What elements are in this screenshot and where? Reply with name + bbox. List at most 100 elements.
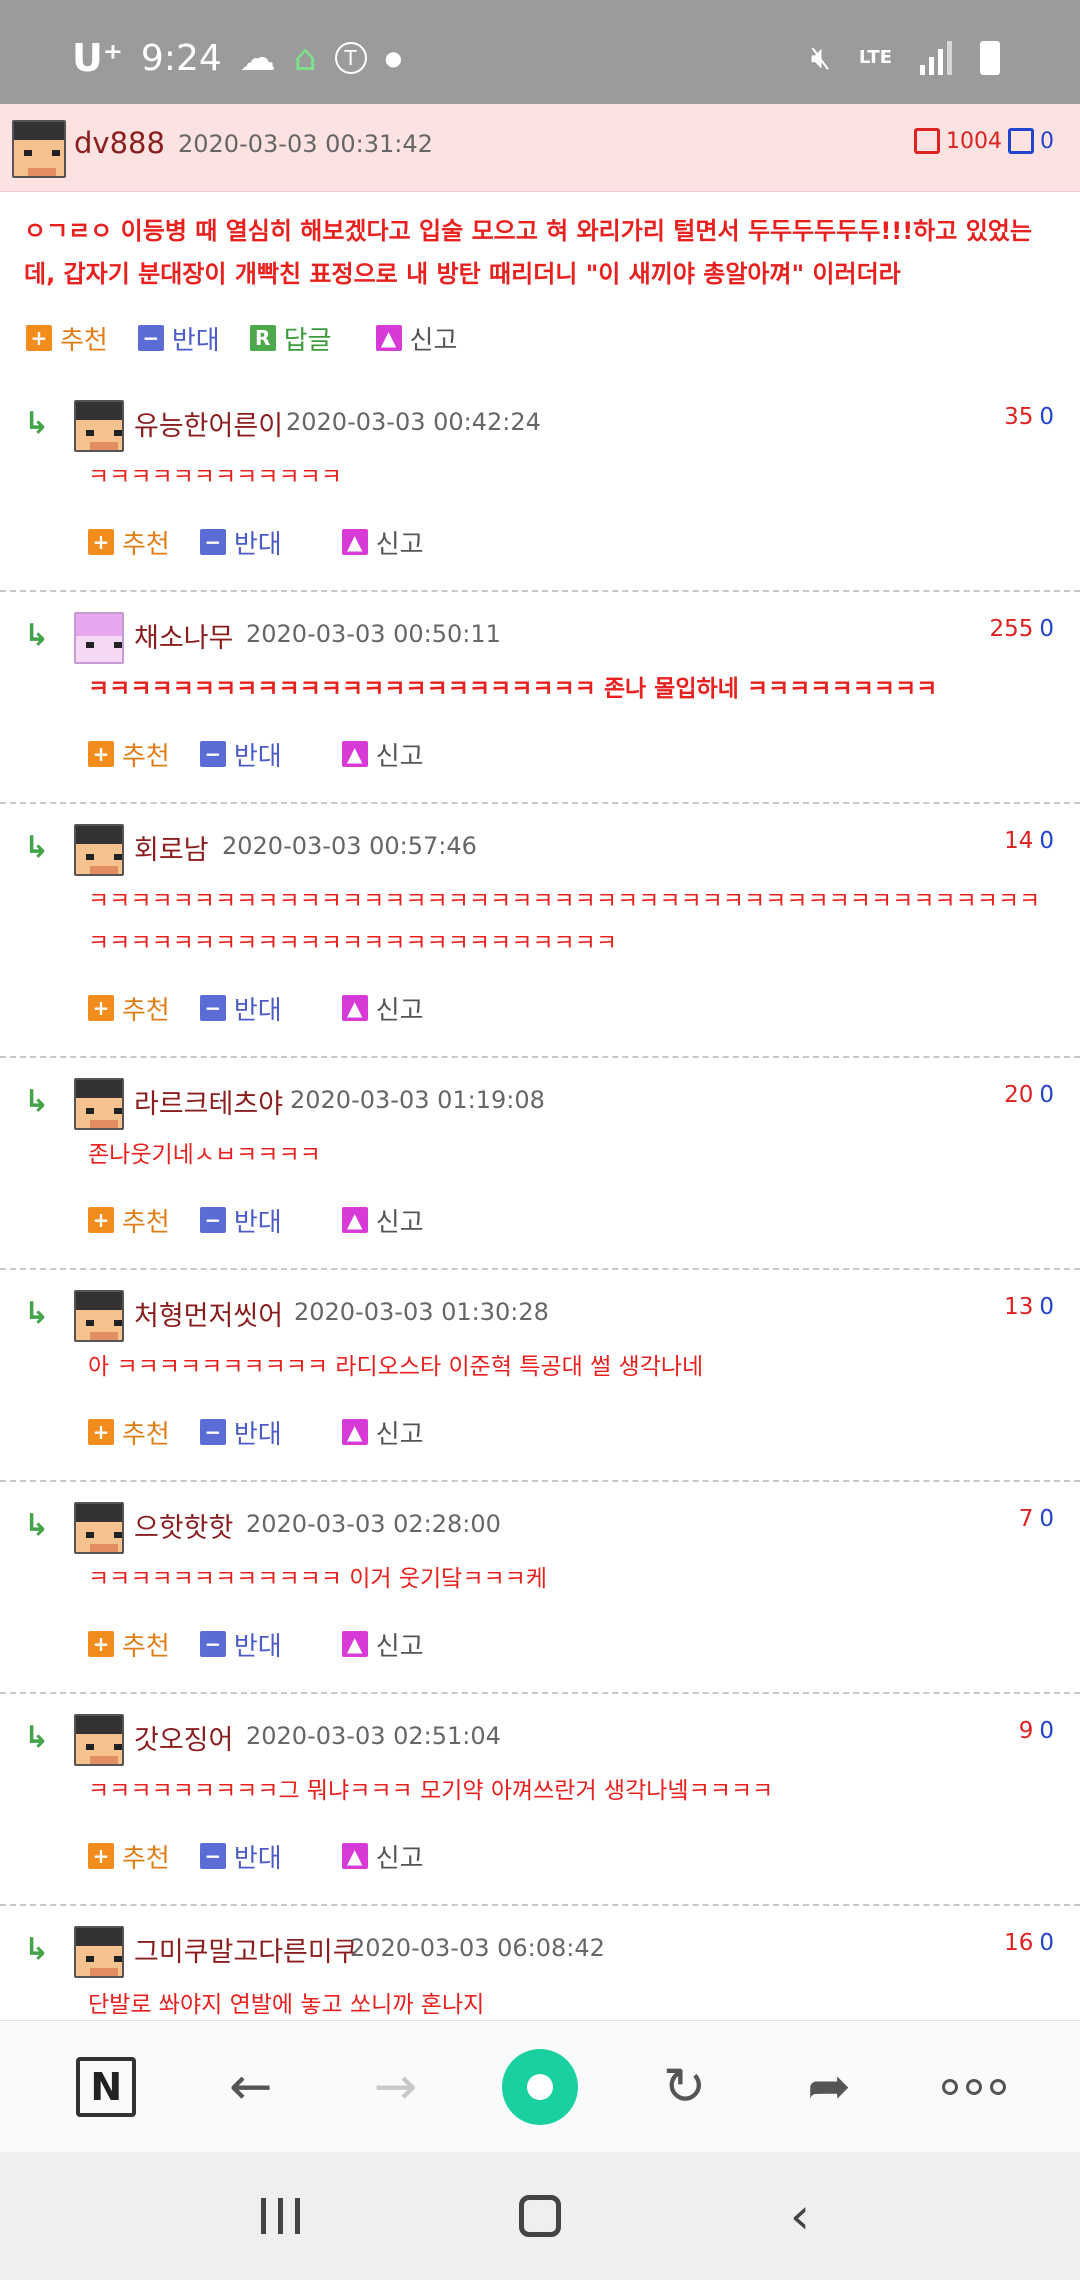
recommend-button[interactable]: + 추천 [88, 736, 170, 773]
avatar[interactable] [74, 1714, 124, 1766]
status-left: U⁺ 9:24 ☁ ⌂ T ● [72, 36, 402, 80]
post-date: 2020-03-03 00:31:42 [178, 130, 433, 158]
recommend-label: 추천 [60, 325, 108, 356]
avatar[interactable] [74, 1078, 124, 1130]
avatar[interactable] [74, 1290, 124, 1342]
more-button[interactable] [924, 2037, 1024, 2137]
oppose-label: 반대 [233, 995, 282, 1026]
upvote-count[interactable]: 35 [1004, 404, 1033, 430]
recommend-button[interactable]: + 추천 [88, 524, 170, 561]
downvote-count[interactable]: 0 [1039, 1718, 1054, 1744]
recommend-button[interactable]: + 추천 [88, 990, 170, 1027]
recommend-button[interactable]: + 추천 [88, 1414, 170, 1451]
comment-votes: 14 0 [1004, 828, 1054, 854]
report-button[interactable]: ▲ 신고 [341, 1414, 424, 1451]
oppose-button[interactable]: − 반대 [137, 320, 220, 357]
siren-icon: ▲ [341, 995, 368, 1021]
oppose-button[interactable]: − 반대 [199, 1414, 282, 1451]
downvote-count[interactable]: 0 [1039, 1930, 1054, 1956]
thumbs-up-icon[interactable] [914, 128, 940, 154]
reply-arrow-icon: ↳ [24, 1720, 50, 1755]
share-icon: ➦ [807, 2056, 851, 2117]
forward-button[interactable]: → [345, 2037, 445, 2137]
upvote-count[interactable]: 20 [1004, 1082, 1033, 1108]
naver-home-button[interactable]: N [56, 2037, 156, 2137]
oppose-button[interactable]: − 반대 [199, 1202, 282, 1239]
recent-apps-icon [260, 2198, 300, 2234]
comment-username[interactable]: 라르크테츠야 [134, 1082, 283, 1121]
downvote-count[interactable]: 0 [1039, 1294, 1054, 1320]
report-label: 신고 [375, 741, 424, 772]
refresh-button[interactable]: ↻ [635, 2037, 735, 2137]
home-button[interactable] [490, 2176, 590, 2256]
oppose-button[interactable]: − 반대 [199, 990, 282, 1027]
comment-username[interactable]: 갓오징어 [134, 1718, 233, 1757]
comment-username[interactable]: 유능한어른이 [134, 404, 283, 443]
avatar[interactable] [74, 612, 124, 664]
avatar[interactable] [74, 1502, 124, 1554]
avatar[interactable] [74, 400, 124, 452]
comment-username[interactable]: 회로남 [134, 828, 209, 867]
system-back-button[interactable]: ‹ [750, 2176, 850, 2256]
oppose-button[interactable]: − 반대 [199, 524, 282, 561]
upvote-count[interactable]: 7 [1019, 1506, 1034, 1532]
back-arrow-icon: ← [229, 2056, 273, 2117]
downvote-count[interactable]: 0 [1039, 1506, 1054, 1532]
upvote-count[interactable]: 13 [1004, 1294, 1033, 1320]
downvote-count[interactable]: 0 [1039, 404, 1054, 430]
recommend-button[interactable]: + 추천 [88, 1838, 170, 1875]
comment-item: ↳ 회로남 2020-03-03 00:57:46 14 0 ㅋㅋㅋㅋㅋㅋㅋㅋㅋㅋ… [0, 804, 1080, 1058]
comment-item: ↳ 그미쿠말고다른미쿠 2020-03-03 06:08:42 16 0 단발로 … [0, 1906, 1080, 2020]
status-bar: U⁺ 9:24 ☁ ⌂ T ● 🔇︎ LTE [0, 0, 1080, 104]
downvote-count[interactable]: 0 [1039, 616, 1054, 642]
report-button[interactable]: ▲ 신고 [341, 524, 424, 561]
back-button[interactable]: ← [201, 2037, 301, 2137]
report-button[interactable]: ▲ 신고 [341, 990, 424, 1027]
signal-icon [920, 40, 952, 75]
browser-toolbar: N ← → ↻ ➦ [0, 2020, 1080, 2152]
downvote-count[interactable]: 0 [1039, 1082, 1054, 1108]
comment-username[interactable]: 처형먼저씻어 [134, 1294, 283, 1333]
report-button[interactable]: ▲ 신고 [341, 736, 424, 773]
minus-icon: − [199, 529, 226, 555]
post-username[interactable]: dv888 [74, 126, 165, 160]
plus-icon: + [26, 325, 52, 351]
system-navigation: ‹ [0, 2152, 1080, 2280]
back-icon: ‹ [790, 2187, 810, 2245]
upvote-count[interactable]: 14 [1004, 828, 1033, 854]
recent-apps-button[interactable] [230, 2176, 330, 2256]
oppose-button[interactable]: − 반대 [199, 736, 282, 773]
avatar[interactable] [74, 824, 124, 876]
report-button[interactable]: ▲ 신고 [375, 320, 457, 357]
green-dot-button[interactable] [490, 2037, 590, 2137]
recommend-button[interactable]: + 추천 [88, 1626, 170, 1663]
home-icon [519, 2195, 561, 2237]
upvote-count[interactable]: 16 [1004, 1930, 1033, 1956]
siren-icon: ▲ [341, 1419, 368, 1445]
comment-username[interactable]: 으핫핫핫 [134, 1506, 233, 1545]
comment-votes: 70 [1019, 1506, 1054, 1532]
downvote-count[interactable]: 0 [1039, 828, 1054, 854]
thumbs-down-icon[interactable] [1008, 128, 1034, 154]
oppose-button[interactable]: − 반대 [199, 1626, 282, 1663]
share-button[interactable]: ➦ [779, 2037, 879, 2137]
oppose-label: 반대 [233, 1631, 282, 1662]
upvote-count[interactable]: 9 [1019, 1718, 1034, 1744]
avatar[interactable] [12, 120, 66, 178]
report-button[interactable]: ▲ 신고 [341, 1626, 424, 1663]
report-button[interactable]: ▲ 신고 [341, 1838, 424, 1875]
carrier-label: U⁺ [72, 36, 123, 80]
recommend-label: 추천 [122, 529, 170, 560]
recommend-button[interactable]: + 추천 [88, 1202, 170, 1239]
upvote-count[interactable]: 255 [989, 616, 1033, 642]
lte-icon: LTE [858, 47, 892, 68]
avatar[interactable] [74, 1926, 124, 1978]
recommend-button[interactable]: + 추천 [26, 320, 108, 357]
reply-arrow-icon: ↳ [24, 406, 50, 441]
reply-button[interactable]: R 답글 [249, 320, 332, 357]
report-button[interactable]: ▲ 신고 [341, 1202, 424, 1239]
comment-username[interactable]: 그미쿠말고다른미쿠 [134, 1930, 358, 1969]
oppose-button[interactable]: − 반대 [199, 1838, 282, 1875]
siren-icon: ▲ [341, 741, 368, 767]
comment-username[interactable]: 채소나무 [134, 616, 233, 655]
